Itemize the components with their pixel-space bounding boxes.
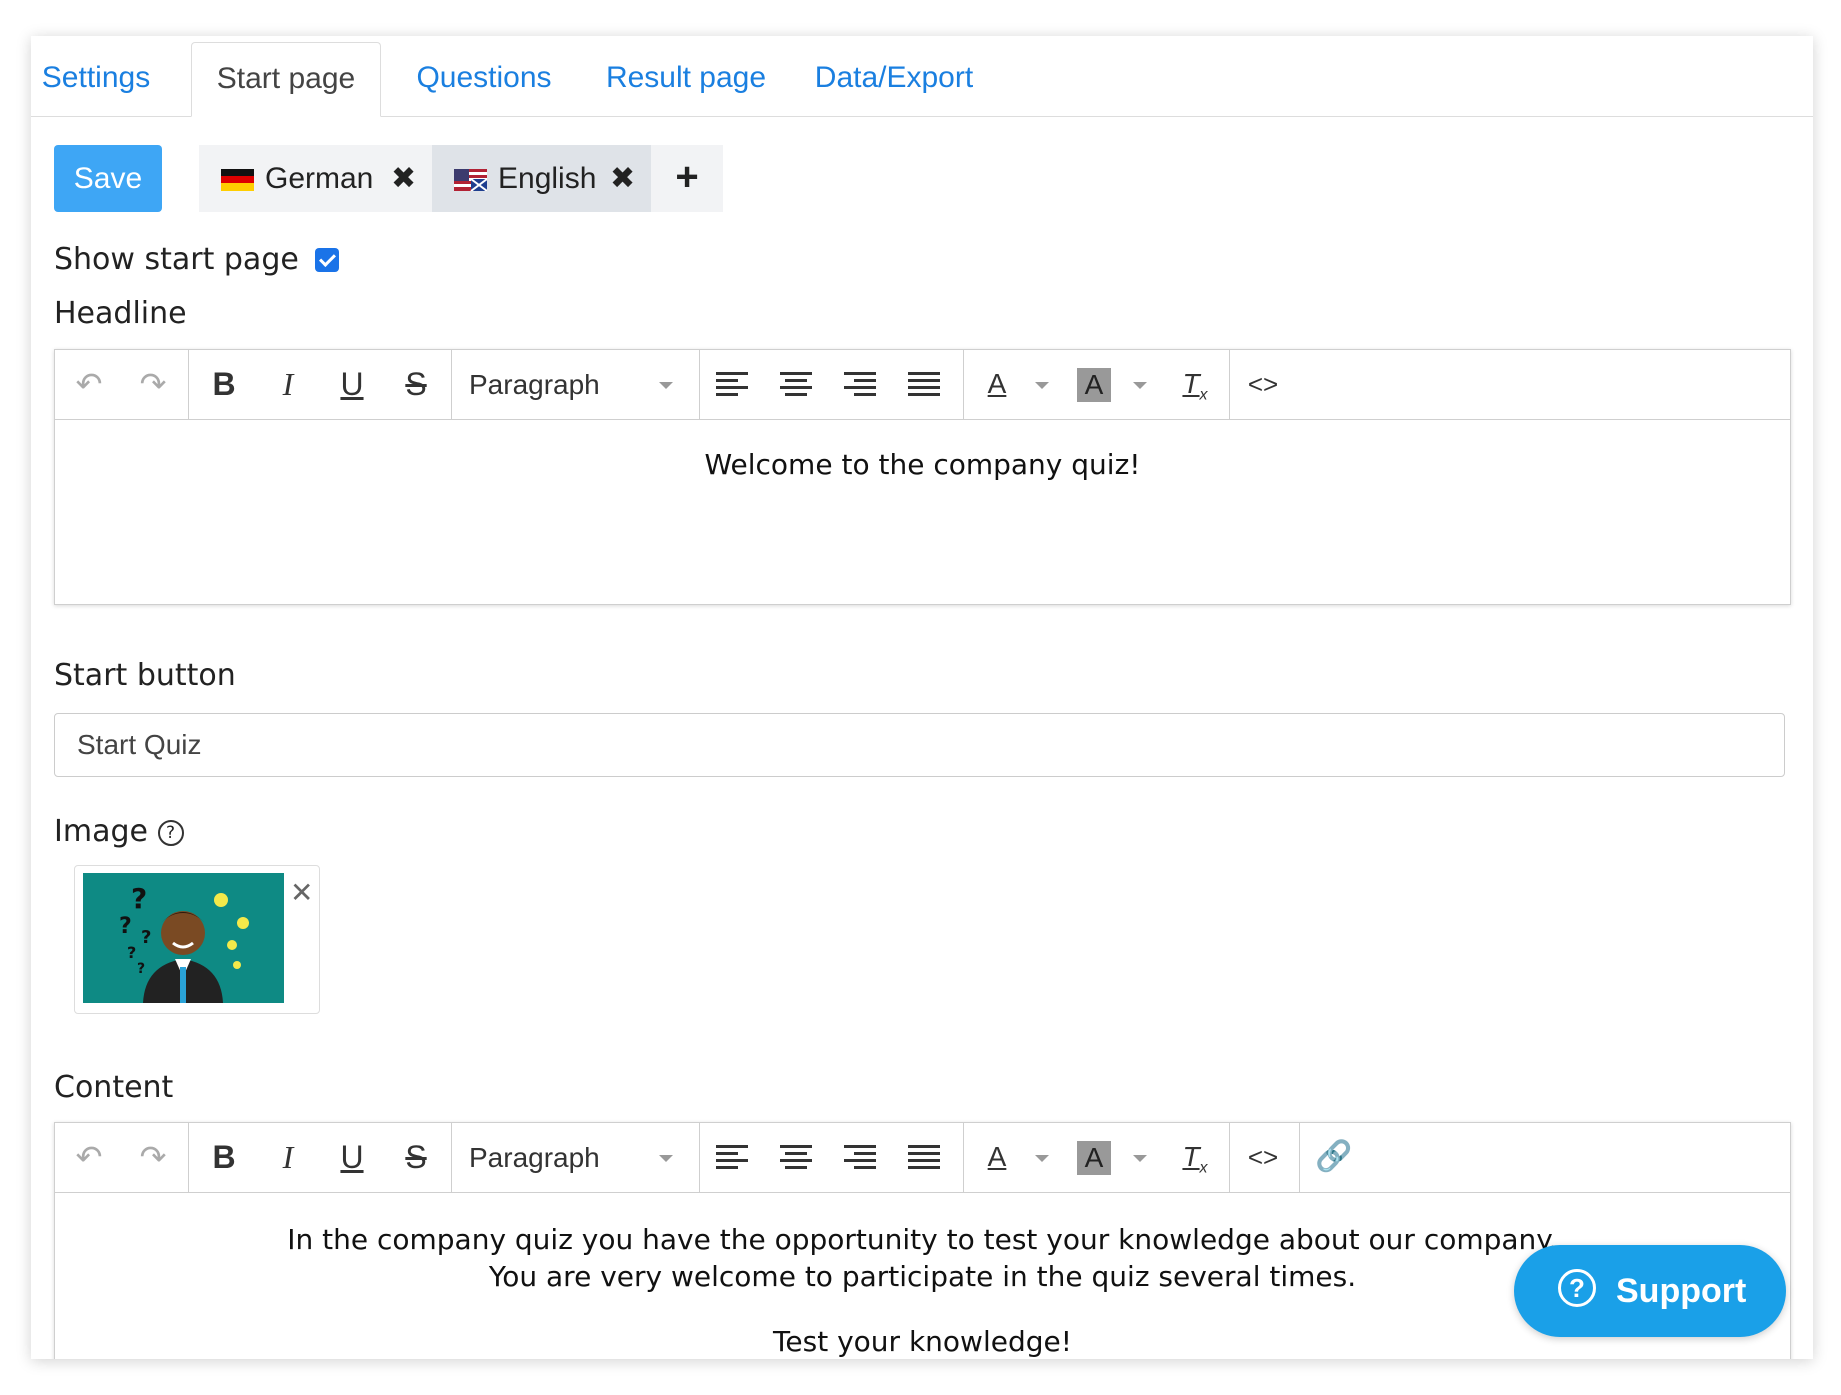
- image-thumbnail-container: ? ? ? ? ? ✕: [74, 865, 320, 1014]
- start-button-text-input[interactable]: [54, 713, 1785, 777]
- highlight-color-icon[interactable]: A: [1077, 1141, 1111, 1175]
- text-color-icon[interactable]: A: [979, 364, 1015, 404]
- english-flag-icon: [454, 169, 487, 191]
- clear-formatting-icon[interactable]: Tx: [1175, 1137, 1215, 1177]
- content-line: Test your knowledge!: [773, 1325, 1072, 1358]
- align-justify-icon[interactable]: [908, 372, 940, 398]
- underline-icon[interactable]: U: [334, 364, 370, 404]
- text-color-icon[interactable]: A: [979, 1137, 1015, 1177]
- italic-icon[interactable]: I: [270, 364, 306, 404]
- add-language-button[interactable]: +: [651, 145, 723, 212]
- format-select[interactable]: Paragraph: [451, 1123, 700, 1192]
- highlight-color-icon[interactable]: A: [1077, 368, 1111, 402]
- show-start-page-label: Show start page: [54, 242, 299, 277]
- start-button-label: Start button: [54, 658, 236, 693]
- remove-image-icon[interactable]: ✕: [290, 876, 313, 909]
- underline-icon[interactable]: U: [334, 1137, 370, 1177]
- align-center-icon[interactable]: [780, 1145, 812, 1171]
- language-tab-english[interactable]: English ✖: [432, 145, 651, 212]
- chevron-down-icon[interactable]: [1133, 382, 1147, 389]
- image-label: Image ?: [54, 814, 184, 849]
- format-select[interactable]: Paragraph: [451, 350, 700, 419]
- remove-language-icon[interactable]: ✖: [610, 145, 635, 212]
- align-right-icon[interactable]: [844, 1145, 876, 1171]
- italic-icon[interactable]: I: [270, 1137, 306, 1177]
- question-circle-icon: ?: [1558, 1269, 1596, 1307]
- headline-editor: ↶ ↷ B I U S Paragraph A A Tx <> Welcome …: [54, 349, 1791, 605]
- tab-settings[interactable]: Settings: [31, 42, 161, 116]
- tab-bar: Settings Start page Questions Result pag…: [31, 36, 1813, 117]
- language-label: German: [265, 162, 374, 195]
- svg-text:?: ?: [127, 943, 136, 962]
- language-tab-german[interactable]: German ✖: [199, 145, 432, 212]
- save-button[interactable]: Save: [54, 145, 162, 212]
- align-center-icon[interactable]: [780, 372, 812, 398]
- source-code-icon[interactable]: <>: [1243, 364, 1283, 404]
- link-icon[interactable]: 🔗: [1315, 1137, 1352, 1177]
- tab-questions[interactable]: Questions: [399, 42, 569, 116]
- chevron-down-icon[interactable]: [1133, 1155, 1147, 1162]
- remove-language-icon[interactable]: ✖: [391, 145, 416, 212]
- show-start-page-checkbox[interactable]: [315, 248, 339, 272]
- svg-text:?: ?: [119, 914, 132, 939]
- chevron-down-icon: [659, 1155, 673, 1162]
- align-justify-icon[interactable]: [908, 1145, 940, 1171]
- format-select-label: Paragraph: [469, 1142, 600, 1173]
- chevron-down-icon[interactable]: [1035, 382, 1049, 389]
- content-editor-toolbar: ↶ ↷ B I U S Paragraph A A Tx <> 🔗: [55, 1123, 1790, 1193]
- undo-icon[interactable]: ↶: [71, 1137, 107, 1177]
- editor-card: Settings Start page Questions Result pag…: [31, 36, 1813, 1359]
- align-left-icon[interactable]: [716, 1145, 748, 1171]
- headline-label: Headline: [54, 296, 187, 331]
- chevron-down-icon[interactable]: [1035, 1155, 1049, 1162]
- chevron-down-icon: [659, 382, 673, 389]
- tab-start-page[interactable]: Start page: [191, 42, 381, 117]
- tab-data-export[interactable]: Data/Export: [799, 42, 989, 116]
- language-label: English: [498, 162, 597, 195]
- source-code-icon[interactable]: <>: [1243, 1137, 1283, 1177]
- svg-text:?: ?: [131, 882, 147, 915]
- strikethrough-icon[interactable]: S: [398, 364, 434, 404]
- headline-editor-content[interactable]: Welcome to the company quiz!: [55, 420, 1790, 604]
- support-label: Support: [1616, 1272, 1747, 1310]
- content-line: In the company quiz you have the opportu…: [287, 1223, 1558, 1256]
- redo-icon[interactable]: ↷: [135, 1137, 171, 1177]
- bold-icon[interactable]: B: [206, 364, 242, 404]
- strikethrough-icon[interactable]: S: [398, 1137, 434, 1177]
- quiz-image[interactable]: ? ? ? ? ?: [83, 873, 284, 1003]
- content-label: Content: [54, 1070, 174, 1105]
- clear-formatting-icon[interactable]: Tx: [1175, 364, 1215, 404]
- undo-icon[interactable]: ↶: [71, 364, 107, 404]
- headline-editor-toolbar: ↶ ↷ B I U S Paragraph A A Tx <>: [55, 350, 1790, 420]
- format-select-label: Paragraph: [469, 369, 600, 400]
- headline-text: Welcome to the company quiz!: [704, 448, 1141, 481]
- german-flag-icon: [221, 169, 254, 191]
- question-circle-icon[interactable]: ?: [157, 819, 184, 846]
- support-button[interactable]: ? Support: [1514, 1245, 1786, 1337]
- bold-icon[interactable]: B: [206, 1137, 242, 1177]
- align-left-icon[interactable]: [716, 372, 748, 398]
- svg-text:?: ?: [137, 961, 145, 977]
- align-right-icon[interactable]: [844, 372, 876, 398]
- svg-text:?: ?: [141, 927, 151, 948]
- tab-result-page[interactable]: Result page: [591, 42, 781, 116]
- redo-icon[interactable]: ↷: [135, 364, 171, 404]
